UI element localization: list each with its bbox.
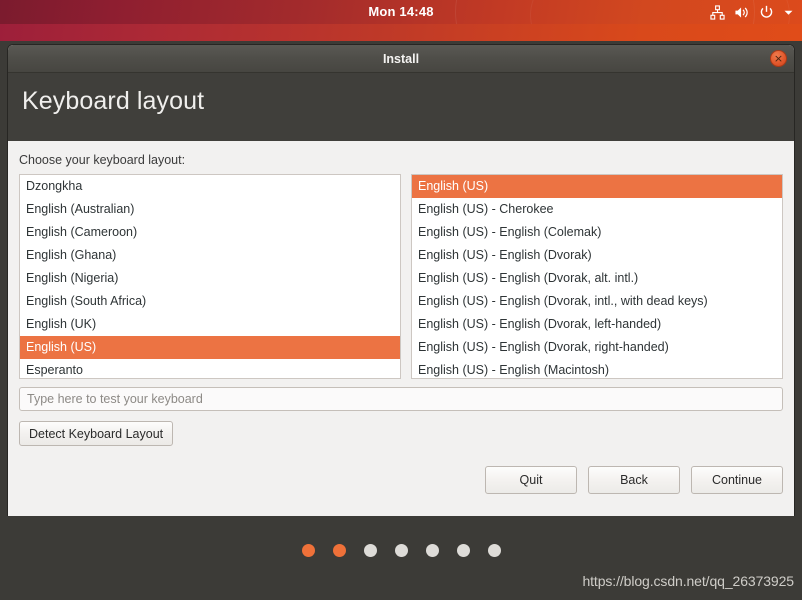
list-item[interactable]: English (Australian) [20,198,400,221]
choose-layout-label: Choose your keyboard layout: [19,153,186,167]
list-item[interactable]: English (US) - English (Dvorak, intl., w… [412,290,782,313]
page-header: Keyboard layout [8,73,794,141]
list-item[interactable]: English (UK) [20,313,400,336]
chevron-down-icon[interactable] [783,0,794,24]
network-icon[interactable] [710,0,725,24]
keyboard-test-input[interactable] [19,387,783,411]
progress-dot [394,544,408,557]
list-item[interactable]: Esperanto [20,359,400,378]
list-item[interactable]: English (US) - English (Dvorak, right-ha… [412,336,782,359]
list-item[interactable]: English (Cameroon) [20,221,400,244]
power-icon[interactable] [759,0,774,24]
window-title: Install [382,52,420,66]
installer-footer: https://blog.csdn.net/qq_26373925 [0,516,802,600]
list-item[interactable]: English (US) - English (Macintosh) [412,359,782,378]
page-body: Choose your keyboard layout: Dzongkha Eng… [8,141,794,504]
desktop-top-panel: Mon 14:48 [0,0,802,41]
list-item[interactable]: English (US) [412,175,782,198]
list-item[interactable]: English (US) - English (Dvorak) [412,244,782,267]
detect-keyboard-layout-button[interactable]: Detect Keyboard Layout [19,421,174,446]
continue-button[interactable]: Continue [691,466,783,494]
install-window: Install × Keyboard layout Choose your ke… [8,45,794,592]
progress-dot [425,544,439,557]
window-titlebar[interactable]: Install × [8,45,794,73]
page-title: Keyboard layout [22,87,205,115]
progress-dot [363,544,377,557]
progress-dots [0,544,802,557]
list-item[interactable]: English (US) [20,336,400,359]
keyboard-layout-list[interactable]: Dzongkha English (Australian) English (Cam… [19,174,401,379]
close-icon[interactable]: × [770,50,787,67]
system-clock[interactable]: Mon 14:48 [0,0,802,24]
list-item[interactable]: English (Ghana) [20,244,400,267]
progress-dot [456,544,470,557]
back-button[interactable]: Back [588,466,680,494]
list-item[interactable]: English (US) - Cherokee [412,198,782,221]
list-item[interactable]: English (US) - English (Dvorak, alt. int… [412,267,782,290]
volume-icon[interactable] [734,0,750,24]
watermark-text: https://blog.csdn.net/qq_26373925 [582,573,794,589]
progress-dot [487,544,501,557]
list-item[interactable]: Dzongkha [20,175,400,198]
quit-button[interactable]: Quit [485,466,577,494]
system-tray [710,0,794,24]
navigation-buttons: Quit Back Continue [485,466,783,494]
keyboard-variant-list[interactable]: English (US) English (US) - Cherokee Engli… [411,174,783,379]
list-item[interactable]: English (Nigeria) [20,267,400,290]
progress-dot [301,544,315,557]
list-item[interactable]: English (US) - English (Dvorak, left-han… [412,313,782,336]
list-item[interactable]: English (South Africa) [20,290,400,313]
close-x-glyph: × [773,52,784,65]
progress-dot [332,544,346,557]
list-item[interactable]: English (US) - English (Colemak) [412,221,782,244]
panel-gradient-band [0,24,802,41]
